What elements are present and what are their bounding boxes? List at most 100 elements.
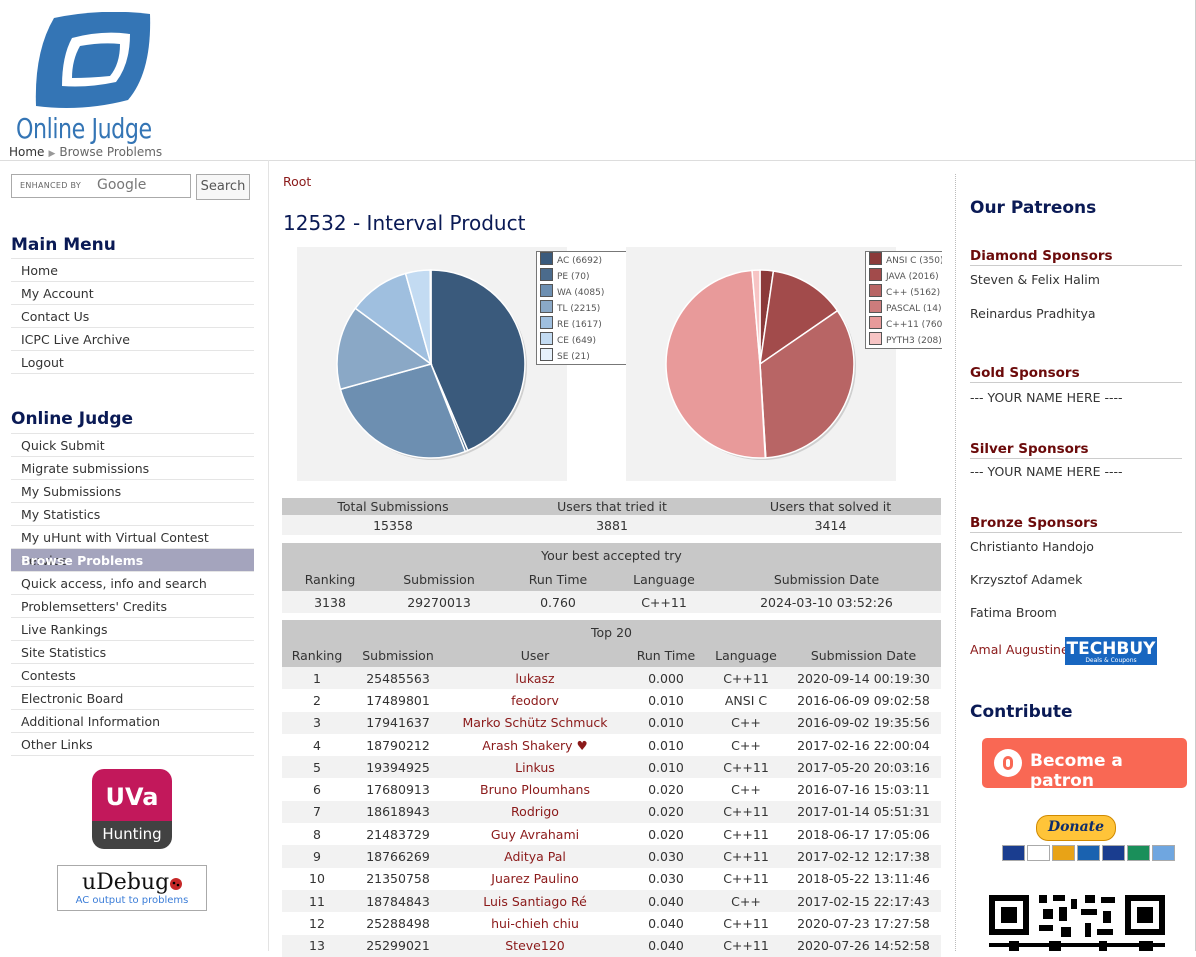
legend-swatch [869,332,882,345]
legend-swatch [540,316,553,329]
runtime-cell: 0.010 [648,715,684,731]
submission-cell[interactable]: 25288498 [352,912,444,934]
legend-label: PYTH3 (208) [886,336,942,346]
online-judge-menu-item[interactable]: Quick Submit [11,433,254,457]
legend-entry: ANSI C (350) [866,252,942,268]
online-judge-menu-item[interactable]: Live Rankings [11,618,254,641]
table-row: 12 25288498 hui-chieh chiu 0.040 C++11 2020-0… [282,912,941,935]
user-link[interactable]: Juarez Paulino [444,868,626,890]
user-link[interactable]: Marko Schütz Schmuck [444,712,626,734]
submission-cell[interactable]: 17941637 [352,712,444,734]
search-button[interactable]: Search [196,174,250,200]
runtime-cell: 0.020 [648,782,684,798]
online-judge-menu-item[interactable]: Migrate submissions [11,457,254,480]
main-menu-item[interactable]: My Account [11,282,254,305]
sponsor-name: --- YOUR NAME HERE ---- [970,464,1123,479]
user-link[interactable]: Bruno Ploumhans [444,778,626,800]
submission-cell[interactable]: 17680913 [352,778,444,800]
submission-cell[interactable]: 25299021 [352,935,444,957]
best-try-header: Ranking [304,571,356,587]
become-patron-button[interactable]: Become a patron [982,738,1187,791]
uva-hunting-badge[interactable]: UVa Hunting [92,769,172,849]
main-menu-item[interactable]: Contact Us [11,305,254,328]
online-judge-menu-item[interactable]: Site Statistics [11,641,254,664]
verdict-legend: AC (6692) PE (70) WA (4085) TL (2215) RE (16… [536,251,632,365]
sponsor-name: Krzysztof Adamek [970,572,1083,587]
verdict-pie-panel [297,247,567,481]
rank-cell: 12 [309,915,325,931]
online-judge-menu-item[interactable]: Contests [11,664,254,687]
legend-swatch [540,348,553,361]
google-logo: Google [97,177,147,193]
user-link[interactable]: Rodrigo [444,801,626,823]
user-link[interactable]: Guy Avrahami [444,823,626,845]
submission-cell[interactable]: 19394925 [352,756,444,778]
root-link[interactable]: Root [283,174,311,189]
submission-cell[interactable]: 18618943 [352,801,444,823]
submission-cell[interactable]: 18790212 [352,734,444,756]
breadcrumb: Home ▶ Browse Problems [9,145,162,159]
online-judge-menu-item[interactable]: Browse Problems [11,549,254,572]
top20-header: Submission Date [810,648,917,663]
patreon-icon [994,749,1022,777]
submission-cell[interactable]: 18784843 [352,890,444,912]
rank-cell: 5 [313,759,321,775]
date-cell: 2017-02-15 22:17:43 [797,893,930,909]
submission-cell[interactable]: 21350758 [352,868,444,890]
ladybug-icon [170,878,182,890]
user-link[interactable]: lukasz [444,667,626,689]
best-try-value: 3138 [314,594,346,610]
date-cell: 2018-06-17 17:05:06 [797,826,930,842]
submission-cell[interactable]: 21483729 [352,823,444,845]
online-judge-menu-item[interactable]: My Submissions [11,480,254,503]
main-menu-item[interactable]: Home [11,258,254,282]
online-judge-menu-item[interactable]: My uHunt with Virtual Contest Service [11,526,254,568]
user-link[interactable]: Steve120 [444,935,626,957]
summary-value: 3414 [814,517,847,533]
legend-label: RE (1617) [557,320,602,330]
main-menu-item[interactable]: ICPC Live Archive [11,328,254,351]
problem-title: 12532 - Interval Product [283,211,526,235]
submission-cell[interactable]: 17489801 [352,689,444,711]
submission-cell[interactable]: 18766269 [352,845,444,867]
best-try-table: Your best accepted try Ranking Submissio… [282,543,941,613]
runtime-cell: 0.040 [648,915,684,931]
online-judge-logo-icon[interactable] [32,12,154,110]
legend-label: ANSI C (350) [886,256,942,266]
breadcrumb-home[interactable]: Home [9,145,44,159]
user-link[interactable]: hui-chieh chiu [444,912,626,934]
udebug-badge[interactable]: uDebug AC output to problems [57,865,207,911]
payment-card-icon [1002,845,1025,861]
rank-cell: 3 [313,715,321,731]
online-judge-menu-item[interactable]: Problemsetters' Credits [11,595,254,618]
main-content: Root 12532 - Interval Product AC (6692) P… [282,160,942,957]
donate-button[interactable]: Donate [1036,815,1116,841]
online-judge-menu-item[interactable]: Additional Information [11,710,254,733]
user-link[interactable]: Linkus [444,756,626,778]
search-input[interactable]: ENHANCED BY Google [11,174,191,198]
user-link[interactable]: Arash Shakery ♥ [444,734,626,756]
legend-swatch [540,284,553,297]
sponsor-name[interactable]: Amal Augustine [970,642,1069,657]
legend-entry: C++ (5162) [866,284,942,300]
main-menu-title: Main Menu [11,235,116,255]
date-cell: 2017-02-12 12:17:38 [797,849,930,865]
online-judge-menu-item[interactable]: Quick access, info and search [11,572,254,595]
sponsor-name: Christianto Handojo [970,539,1094,554]
online-judge-menu-item[interactable]: My Statistics [11,503,254,526]
submission-cell[interactable]: 25485563 [352,667,444,689]
user-link[interactable]: Aditya Pal [444,845,626,867]
main-menu-item[interactable]: Logout [11,351,254,374]
qr-code-icon [989,893,1165,951]
date-cell: 2016-07-16 15:03:11 [797,782,930,798]
techbuy-logo[interactable]: TECHBUY Deals & Coupons [1065,637,1157,665]
user-link[interactable]: feodorv [444,689,626,711]
user-link[interactable]: Luis Santiago Ré [444,890,626,912]
online-judge-menu-item[interactable]: Other Links [11,733,254,756]
online-judge-menu-item[interactable]: Electronic Board [11,687,254,710]
logo-text[interactable]: Online Judge [16,112,152,145]
best-try-value[interactable]: 29270013 [378,591,500,613]
runtime-cell: 0.020 [648,804,684,820]
legend-label: PE (70) [557,272,590,282]
date-cell: 2016-09-02 19:35:56 [797,715,930,731]
